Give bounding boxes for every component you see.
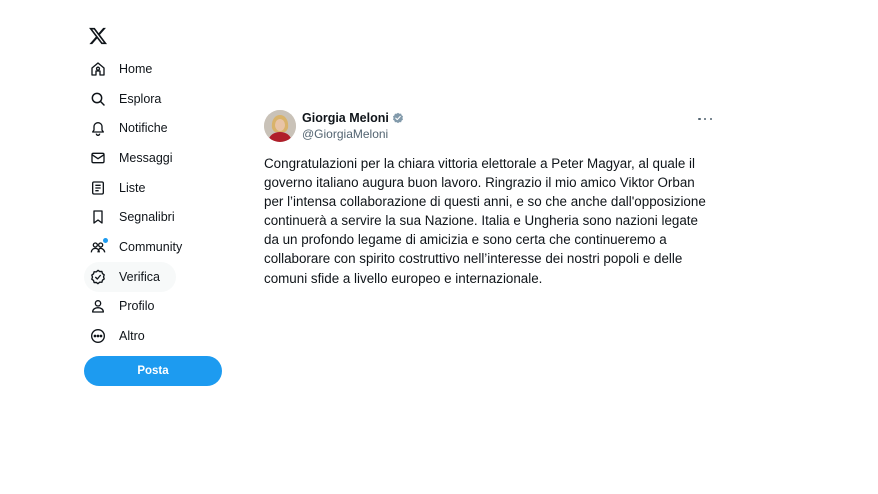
more-circle-icon [90,328,106,344]
nav-item-altro[interactable]: Altro [84,321,224,351]
main-nav: Home Esplora Notifiche Messaggi Liste Se… [84,54,224,351]
nav-item-esplora[interactable]: Esplora [84,84,224,114]
author-info: Giorgia Meloni @GiorgiaMeloni [302,111,404,141]
display-name[interactable]: Giorgia Meloni [302,111,389,125]
nav-item-messaggi[interactable]: Messaggi [84,143,224,173]
nav-label-segnalibri: Segnalibri [119,210,175,225]
nav-label-profilo: Profilo [119,299,155,314]
person-icon [90,298,106,314]
x-logo-icon[interactable] [88,24,112,48]
nav-item-home[interactable]: Home [84,54,224,84]
nav-item-community[interactable]: Community [84,232,224,262]
post-button[interactable]: Posta [84,356,222,386]
handle[interactable]: @GiorgiaMeloni [302,127,404,141]
nav-label-home: Home [119,61,153,76]
nav-item-verifica[interactable]: Verifica [84,261,176,292]
more-options-icon[interactable] [698,114,712,124]
nav-item-profilo[interactable]: Profilo [84,292,224,322]
verified-badge-icon [90,269,106,285]
nav-label-verifica: Verifica [119,269,160,284]
nav-label-messaggi: Messaggi [119,150,173,165]
avatar[interactable] [264,110,296,142]
nav-label-esplora: Esplora [119,91,162,106]
nav-label-altro: Altro [119,329,145,344]
nav-item-liste[interactable]: Liste [84,173,224,203]
nav-label-notifiche: Notifiche [119,121,168,136]
notification-dot [103,237,108,243]
bell-icon [90,120,106,137]
tweet-text: Congratulazioni per la chiara vittoria e… [264,156,706,286]
nav-item-notifiche[interactable]: Notifiche [84,113,224,143]
verified-icon [392,112,404,124]
home-icon [90,61,106,77]
envelope-icon [90,150,106,166]
nav-label-liste: Liste [119,180,146,195]
list-icon [90,180,106,196]
nav-item-segnalibri[interactable]: Segnalibri [84,202,224,232]
search-icon [90,91,106,107]
bookmark-icon [90,209,106,225]
nav-label-community: Community [119,239,183,254]
people-icon [90,237,108,255]
